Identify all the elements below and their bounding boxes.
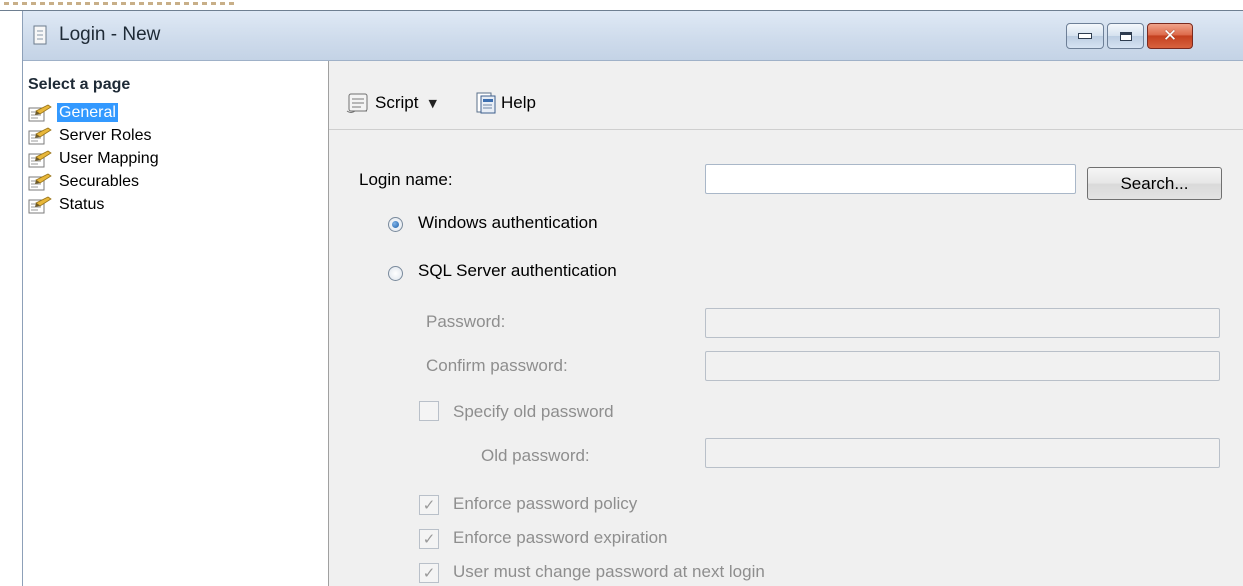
page-icon (28, 196, 52, 214)
must-change-password-checkbox[interactable]: ✓ (419, 563, 439, 583)
page-icon (28, 104, 52, 122)
confirm-password-label: Confirm password: (426, 356, 568, 375)
page-list: General Server Roles User Mapping Secura… (28, 101, 318, 216)
enforce-expiration-checkbox[interactable]: ✓ (419, 529, 439, 549)
login-name-label: Login name: (359, 170, 453, 189)
script-icon (346, 93, 368, 113)
page-icon (28, 127, 52, 145)
check-icon: ✓ (422, 496, 436, 514)
sql-auth-radio[interactable] (388, 266, 403, 281)
chevron-down-icon[interactable]: ▼ (428, 97, 436, 110)
script-label: Script (375, 93, 419, 112)
background-strip (0, 0, 1243, 11)
login-name-input[interactable] (705, 164, 1076, 194)
specify-old-password-checkbox[interactable] (419, 401, 439, 421)
background-artifact (4, 2, 234, 5)
script-button[interactable]: Script ▼ (345, 91, 437, 115)
help-button[interactable]: Help (475, 91, 536, 115)
window-title: Login - New (59, 24, 161, 45)
title-bar[interactable]: Login - New ✕ (23, 11, 1243, 61)
enforce-policy-checkbox[interactable]: ✓ (419, 495, 439, 515)
page-item-label: Server Roles (59, 127, 152, 144)
close-icon: ✕ (1162, 26, 1178, 46)
select-page-header: Select a page (28, 76, 131, 93)
maximize-icon (1119, 31, 1132, 41)
old-password-label: Old password: (481, 446, 590, 465)
help-label: Help (501, 93, 536, 112)
page-icon (28, 150, 52, 168)
enforce-policy-label[interactable]: Enforce password policy (453, 494, 637, 514)
page-item-label: User Mapping (59, 150, 159, 167)
windows-auth-label[interactable]: Windows authentication (418, 213, 598, 233)
windows-auth-radio[interactable] (388, 217, 403, 232)
page-item-securables[interactable]: Securables (28, 170, 318, 193)
minimize-icon (1078, 33, 1092, 39)
enforce-expiration-label[interactable]: Enforce password expiration (453, 528, 668, 548)
password-input[interactable] (705, 308, 1220, 338)
page-item-user-mapping[interactable]: User Mapping (28, 147, 318, 170)
sql-auth-label[interactable]: SQL Server authentication (418, 261, 617, 281)
page-item-label: Securables (59, 173, 140, 190)
general-page-content: Login name: Search... Windows authentica… (329, 130, 1243, 586)
password-label: Password: (426, 312, 506, 331)
login-dialog: Login - New ✕ Select a page General Serv… (22, 11, 1243, 586)
page-item-server-roles[interactable]: Server Roles (28, 124, 318, 147)
check-icon: ✓ (422, 530, 436, 548)
close-button[interactable]: ✕ (1147, 23, 1193, 49)
help-icon (476, 92, 496, 114)
toolbar: Script ▼ Help (329, 61, 1243, 130)
check-icon: ✓ (422, 564, 436, 582)
confirm-password-input[interactable] (705, 351, 1220, 381)
page-icon (28, 173, 52, 191)
page-item-general[interactable]: General (28, 101, 318, 124)
must-change-password-label[interactable]: User must change password at next login (453, 562, 765, 582)
page-item-label: General (57, 103, 118, 122)
minimize-button[interactable] (1066, 23, 1104, 49)
page-selector-panel: Select a page General Server Roles User … (23, 61, 329, 586)
specify-old-password-label[interactable]: Specify old password (453, 402, 614, 422)
old-password-input[interactable] (705, 438, 1220, 468)
page-item-label: Status (59, 196, 105, 213)
search-button[interactable]: Search... (1087, 167, 1222, 200)
document-icon (33, 25, 47, 45)
maximize-button[interactable] (1107, 23, 1144, 49)
page-item-status[interactable]: Status (28, 193, 318, 216)
